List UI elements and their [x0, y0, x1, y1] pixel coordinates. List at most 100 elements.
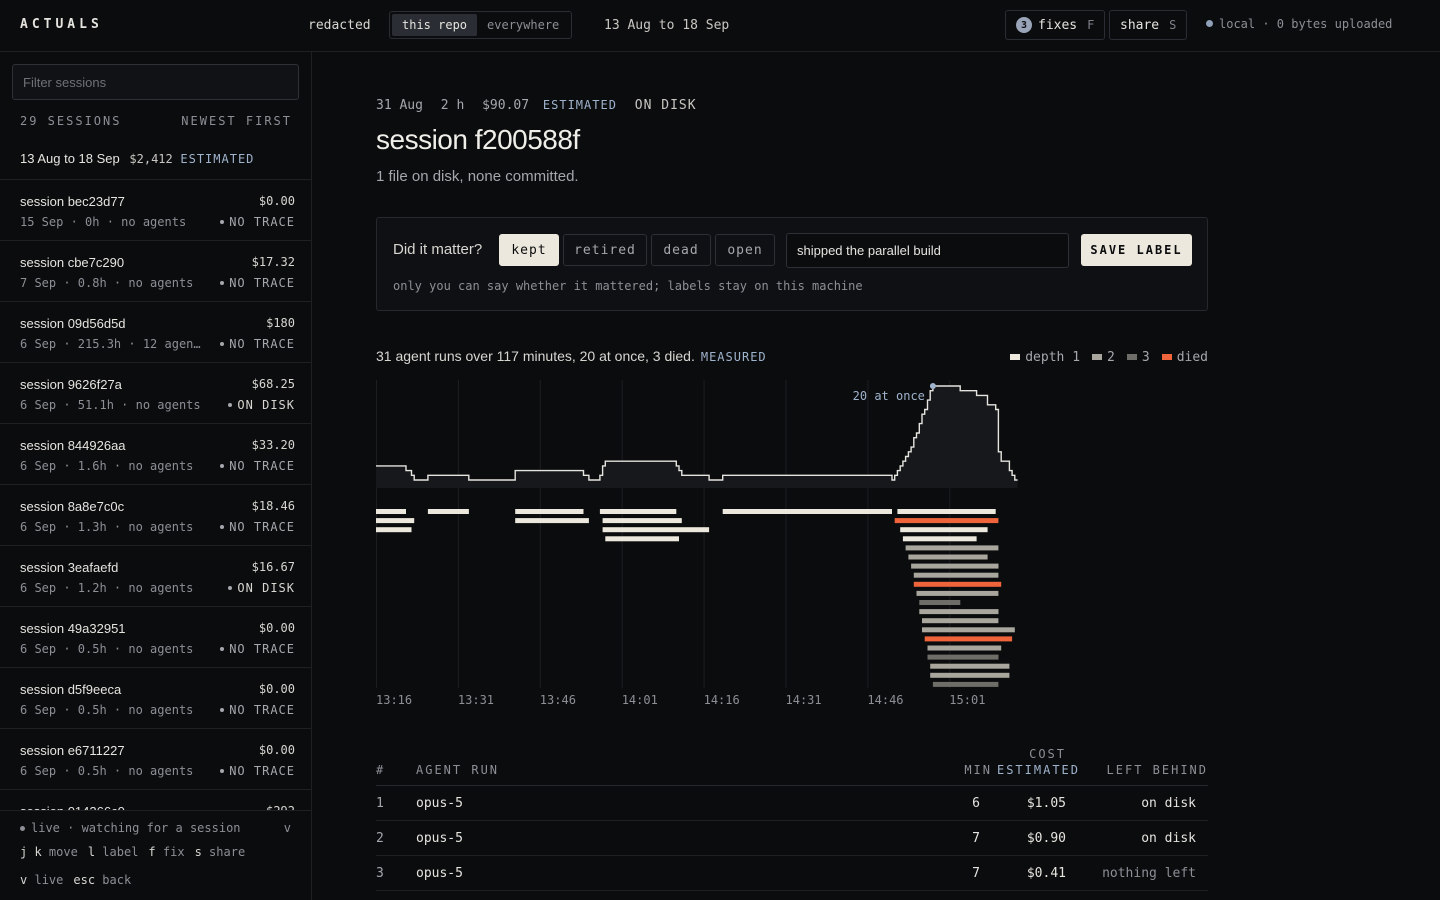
legend-label: 3	[1141, 350, 1150, 365]
share-label: share	[1120, 17, 1160, 33]
page-title: session f200588f	[376, 124, 580, 155]
scope-everywhere[interactable]: everywhere	[477, 14, 569, 36]
session-trace-tag: ON DISK	[228, 398, 295, 412]
session-row[interactable]: session 8a8e7c0c $18.46 6 Sep · 1.3h · no …	[0, 484, 311, 545]
label-panel: Did it matter? kept retired dead open SA…	[376, 217, 1208, 311]
chart-legend: depth 1 2 3 died	[1010, 350, 1208, 365]
label-option-open[interactable]: open	[715, 234, 775, 266]
local-status-dot	[1206, 20, 1213, 27]
session-cost-estimated: ESTIMATED	[542, 98, 617, 112]
table-body: 1 opus-5 6 $1.05 on disk 2 opus-5 7 $0.90 on disk…	[376, 786, 1208, 891]
session-meta: 6 Sep · 1.2h · no agents	[20, 581, 194, 595]
run-bar	[605, 536, 679, 542]
run-bar	[602, 518, 682, 524]
legend-swatch	[1161, 354, 1172, 360]
session-trace-text: NO TRACE	[229, 520, 295, 534]
scope-this-repo[interactable]: this repo	[392, 14, 478, 36]
session-row[interactable]: session 844926aa $33.20 6 Sep · 1.6h · no …	[0, 423, 311, 484]
session-meta: 6 Sep · 51.1h · no agents	[20, 398, 201, 412]
col-min[interactable]: MIN	[964, 763, 992, 777]
top-bar: ACTUALS redacted this repo everywhere 13…	[0, 0, 1440, 52]
session-date: 31 Aug	[376, 98, 423, 113]
live-indicator[interactable]: live · watching for a session	[20, 821, 241, 835]
repo-name[interactable]: redacted	[308, 18, 371, 33]
col-agent-run[interactable]: AGENT RUN	[416, 763, 499, 777]
fixes-button[interactable]: 3 fixes F	[1005, 10, 1106, 40]
session-cost: $17.32	[251, 255, 295, 269]
run-bar	[376, 509, 406, 514]
session-row[interactable]: session e6711227 $0.00 6 Sep · 0.5h · no a…	[0, 728, 311, 789]
run-bar	[897, 509, 996, 514]
session-trace-tag: NO TRACE	[220, 459, 295, 473]
run-bar	[919, 600, 961, 605]
session-name: session 49a32951	[20, 621, 126, 636]
sort-order-button[interactable]: NEWEST FIRST	[181, 114, 292, 128]
session-row[interactable]: session 3eafaefd $16.67 6 Sep · 1.2h · no …	[0, 545, 311, 606]
shortcut-key: l	[87, 845, 96, 859]
x-tick-label: 13:31	[458, 693, 494, 707]
label-note-input[interactable]	[786, 233, 1069, 268]
session-meta: 6 Sep · 0.5h · no agents	[20, 764, 194, 778]
table-row[interactable]: 3 opus-5 7 $0.41 nothing left	[376, 856, 1208, 891]
agent-runs-table: # AGENT RUN MIN COST ESTIMATED LEFT BEHI…	[376, 744, 1208, 891]
session-row[interactable]: session 9626f27a $68.25 6 Sep · 51.1h · no…	[0, 362, 311, 423]
run-bar	[908, 554, 988, 560]
session-cost: $0.00	[258, 621, 295, 635]
run-bar	[924, 636, 1013, 642]
label-question: Did it matter?	[393, 241, 483, 258]
run-bar	[894, 518, 999, 524]
session-row[interactable]: session 09d56d5d $180 6 Sep · 215.3h · 12 …	[0, 301, 311, 362]
run-bar	[930, 672, 1010, 678]
run-left-behind: on disk	[1141, 796, 1196, 811]
session-duration: 2 h	[440, 98, 465, 113]
runs-summary-text: 31 agent runs over 117 minutes, 20 at on…	[376, 348, 695, 364]
session-trace-text: NO TRACE	[229, 276, 295, 290]
run-bar	[919, 609, 999, 615]
col-left-behind[interactable]: LEFT BEHIND	[1107, 763, 1208, 777]
save-label-button[interactable]: SAVE LABEL	[1081, 234, 1192, 266]
run-bar	[932, 681, 999, 687]
filter-sessions-input[interactable]	[12, 64, 299, 100]
run-name: opus-5	[416, 831, 463, 846]
col-cost[interactable]: COST	[1029, 747, 1066, 761]
range-summary: 13 Aug to 18 Sep $2,412 ESTIMATED	[20, 151, 254, 166]
date-range[interactable]: 13 Aug to 18 Sep	[604, 18, 729, 33]
shortcut-hint: l label	[88, 845, 139, 859]
label-note: only you can say whether it mattered; la…	[393, 279, 863, 293]
session-trace-text: NO TRACE	[229, 459, 295, 473]
shortcut-key: f	[148, 845, 156, 859]
run-bar	[722, 509, 892, 514]
session-cost: $16.67	[251, 560, 295, 574]
x-tick-label: 15:01	[949, 693, 985, 707]
session-meta: 6 Sep · 1.3h · no agents	[20, 520, 194, 534]
session-trace-tag: NO TRACE	[220, 276, 295, 290]
shortcut-action: label	[102, 845, 139, 859]
session-row[interactable]: session cbe7c290 $17.32 7 Sep · 0.8h · no …	[0, 240, 311, 301]
live-expand-key[interactable]: v	[284, 821, 291, 835]
table-row[interactable]: 2 opus-5 7 $0.90 on disk	[376, 821, 1208, 856]
session-row[interactable]: session bec23d77 $0.00 15 Sep · 0h · no ag…	[0, 179, 311, 240]
run-left-behind: nothing left	[1102, 866, 1196, 881]
shortcut-key: v	[20, 873, 28, 887]
run-minutes: 7	[972, 831, 980, 846]
measured-tag: MEASURED	[700, 350, 767, 364]
table-row[interactable]: 1 opus-5 6 $1.05 on disk	[376, 786, 1208, 821]
scope-toggle: this repo everywhere	[389, 11, 573, 39]
label-option-kept[interactable]: kept	[499, 234, 559, 266]
x-tick-label: 14:16	[704, 693, 740, 707]
run-bar	[515, 509, 584, 514]
run-index: 3	[376, 866, 384, 881]
shortcut-hint: v live	[20, 873, 63, 887]
x-tick-label: 14:31	[786, 693, 822, 707]
session-row[interactable]: session d5f9eeca $0.00 6 Sep · 0.5h · no a…	[0, 667, 311, 728]
share-button[interactable]: share S	[1109, 10, 1188, 40]
label-option-dead[interactable]: dead	[651, 234, 711, 266]
legend-label: 2	[1107, 350, 1115, 365]
label-option-retired[interactable]: retired	[563, 234, 647, 266]
legend-swatch	[1126, 354, 1137, 360]
peak-label: 20 at once	[853, 389, 925, 403]
shortcut-action: live	[34, 873, 64, 887]
session-row[interactable]: session 49a32951 $0.00 6 Sep · 0.5h · no a…	[0, 606, 311, 667]
legend-label: depth 1	[1025, 350, 1081, 365]
legend-item: depth 1	[1010, 350, 1080, 365]
